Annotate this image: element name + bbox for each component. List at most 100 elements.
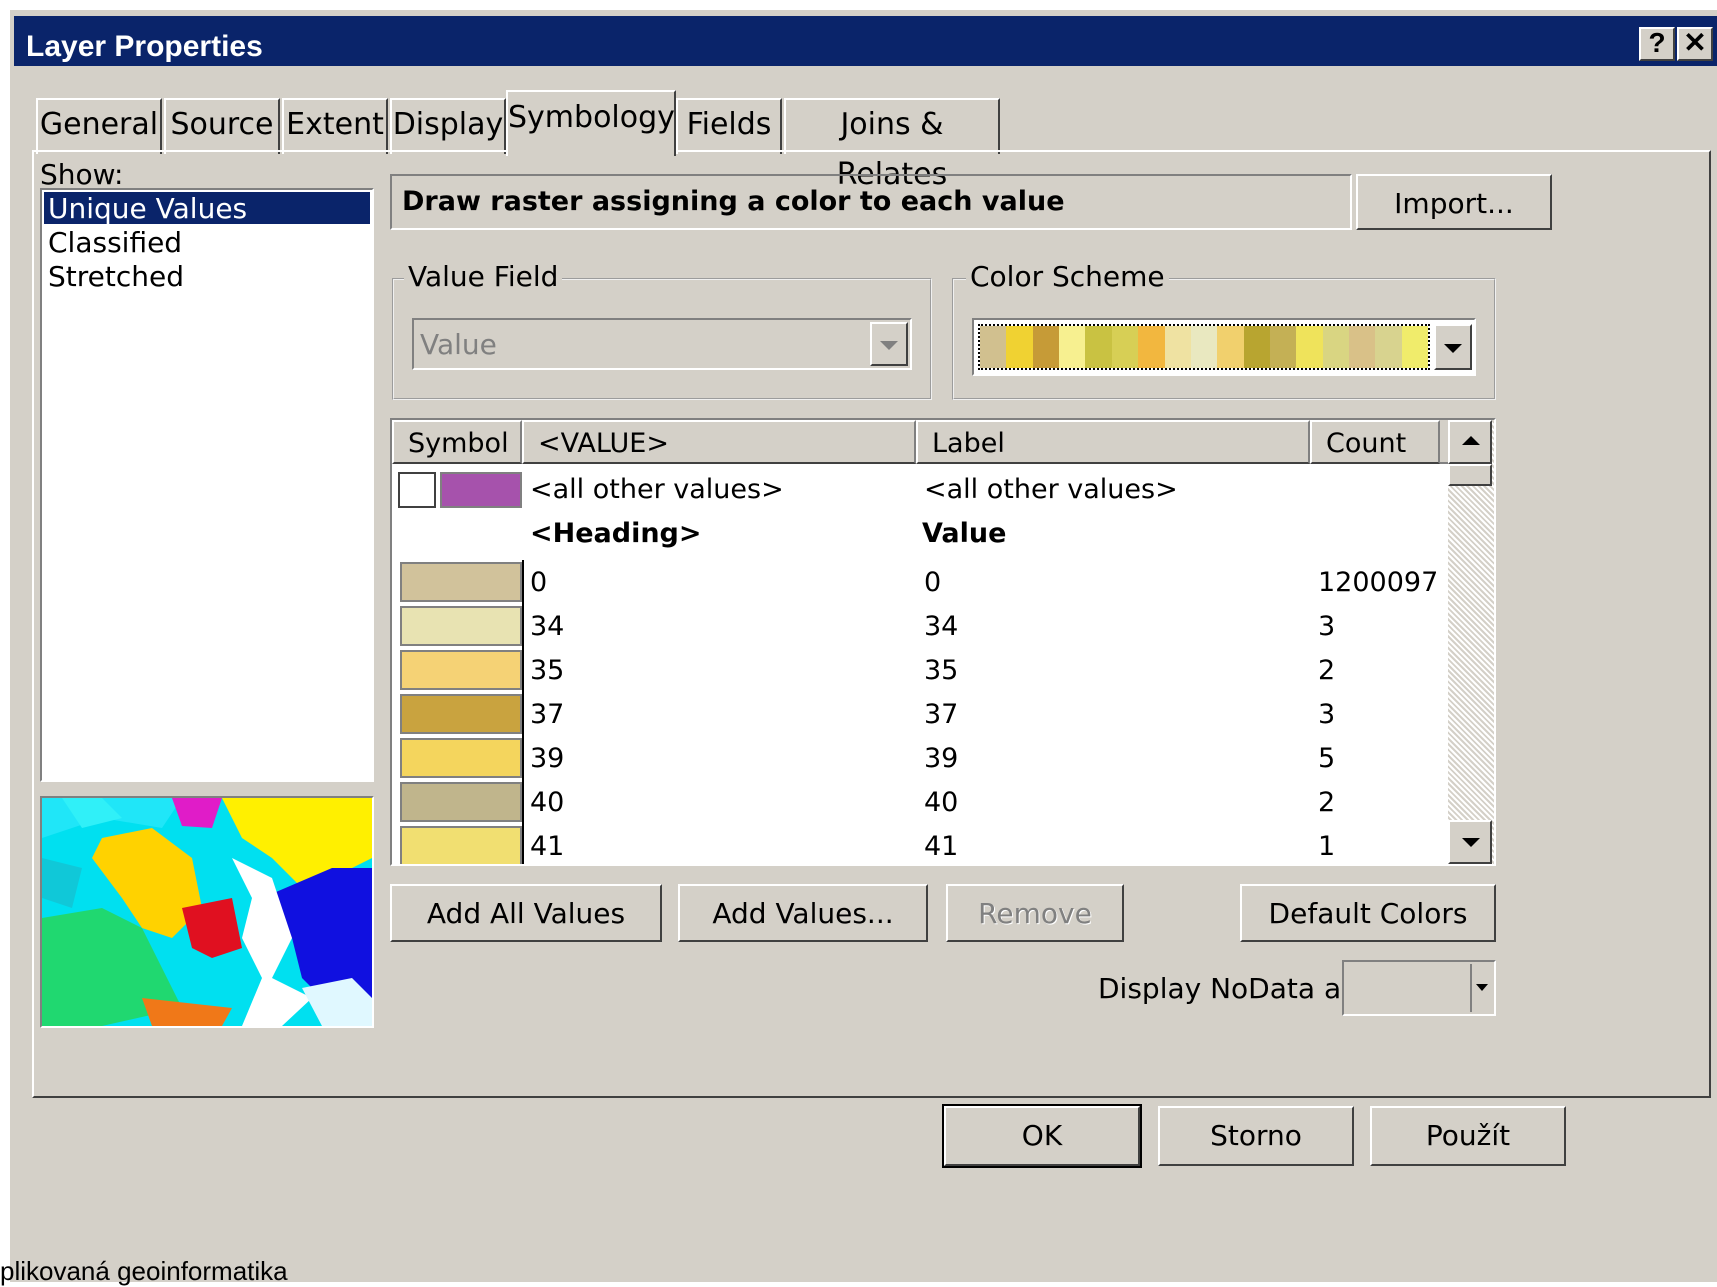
cell-count: 3 <box>1318 699 1336 730</box>
table-row[interactable]: 37 37 3 <box>392 692 1442 736</box>
symbol-swatch[interactable] <box>400 826 522 864</box>
cell-count: 5 <box>1318 743 1336 774</box>
cell-label: 37 <box>924 699 959 730</box>
table-row[interactable]: 35 35 2 <box>392 648 1442 692</box>
tab-display[interactable]: Display <box>390 98 506 154</box>
value-field-dropdown[interactable]: Value <box>412 318 912 370</box>
value-field-dropdown-button[interactable] <box>870 322 908 366</box>
color-ramp-swatch <box>1111 326 1139 368</box>
layer-properties-dialog: Layer Properties ? ✕ General Source Exte… <box>8 8 1717 1282</box>
show-item-unique-values[interactable]: Unique Values <box>44 192 370 225</box>
show-list[interactable]: Unique Values Classified Stretched <box>40 188 374 782</box>
color-ramp-swatch <box>1375 326 1402 368</box>
tab-fields[interactable]: Fields <box>676 98 782 154</box>
scroll-thumb[interactable] <box>1448 464 1492 486</box>
color-ramp-swatch <box>980 326 1007 368</box>
cell-label: 39 <box>924 743 959 774</box>
other-values-label: <all other values> <box>924 474 1178 505</box>
cell-value: 37 <box>530 699 565 730</box>
cell-count: 2 <box>1318 787 1336 818</box>
scroll-up-button[interactable] <box>1448 420 1492 464</box>
table-header: Symbol <VALUE> Label Count <box>392 420 1448 464</box>
row-divider <box>522 736 524 780</box>
tab-extent[interactable]: Extent <box>282 98 388 154</box>
add-values-button[interactable]: Add Values... <box>678 884 928 942</box>
header-count[interactable]: Count <box>1310 420 1440 464</box>
tab-joins-relates[interactable]: Joins & Relates <box>784 98 1000 192</box>
row-divider <box>522 648 524 692</box>
cell-value: 39 <box>530 743 565 774</box>
tab-source[interactable]: Source <box>164 98 280 154</box>
slide-footer-text: plikovaná geoinformatika <box>0 1256 288 1286</box>
add-all-values-button[interactable]: Add All Values <box>390 884 662 942</box>
remove-button[interactable]: Remove <box>946 884 1124 942</box>
header-symbol[interactable]: Symbol <box>392 420 522 464</box>
table-row[interactable]: 41 41 1 <box>392 824 1442 864</box>
cell-count: 2 <box>1318 655 1336 686</box>
title-bar[interactable]: Layer Properties ? ✕ <box>14 16 1717 66</box>
color-ramp-swatch <box>1164 326 1191 368</box>
tab-symbology[interactable]: Symbology <box>506 90 676 156</box>
other-values-swatch[interactable] <box>440 472 522 508</box>
window-title: Layer Properties <box>26 30 263 63</box>
nodata-color-picker[interactable] <box>1342 960 1496 1016</box>
show-item-stretched[interactable]: Stretched <box>48 260 184 294</box>
description-text: Draw raster assigning a color to each va… <box>402 186 1065 217</box>
color-scheme-dropdown-button[interactable] <box>1434 324 1472 370</box>
heading-label: Value <box>922 518 1007 549</box>
color-ramp-swatch <box>1032 326 1060 368</box>
color-scheme-dropdown[interactable] <box>972 318 1476 376</box>
color-scheme-legend: Color Scheme <box>966 260 1169 293</box>
apply-button[interactable]: Použít <box>1370 1106 1566 1166</box>
symbol-table[interactable]: Symbol <VALUE> Label Count <all other va… <box>390 418 1496 866</box>
tab-general[interactable]: General <box>36 98 162 154</box>
cell-label: 34 <box>924 611 959 642</box>
table-row-heading[interactable]: <Heading> Value <box>392 512 1442 556</box>
nodata-label: Display NoData as <box>1098 972 1356 1005</box>
color-ramp-swatch <box>1190 326 1218 368</box>
symbol-swatch[interactable] <box>400 782 522 822</box>
value-field-value: Value <box>420 328 497 361</box>
table-row[interactable]: 40 40 2 <box>392 780 1442 824</box>
other-values-value: <all other values> <box>530 474 784 505</box>
default-colors-button[interactable]: Default Colors <box>1240 884 1496 942</box>
table-row[interactable]: 39 39 5 <box>392 736 1442 780</box>
cancel-button[interactable]: Storno <box>1158 1106 1354 1166</box>
symbol-swatch[interactable] <box>400 562 522 602</box>
cell-count: 1200097 <box>1318 567 1439 598</box>
chevron-down-icon <box>1444 344 1462 353</box>
color-ramp-swatch <box>1006 326 1033 368</box>
table-scrollbar[interactable] <box>1448 420 1494 864</box>
show-item-classified[interactable]: Classified <box>48 226 182 260</box>
other-values-checkbox[interactable] <box>398 472 436 508</box>
cell-label: 35 <box>924 655 959 686</box>
header-value[interactable]: <VALUE> <box>522 420 916 464</box>
header-label[interactable]: Label <box>916 420 1310 464</box>
color-ramp-swatch <box>1401 326 1429 368</box>
scroll-down-button[interactable] <box>1448 820 1492 864</box>
cell-value: 34 <box>530 611 565 642</box>
table-row[interactable]: 0 0 1200097 <box>392 560 1442 604</box>
symbology-preview-image <box>40 796 374 1028</box>
color-ramp-swatch <box>1085 326 1112 368</box>
help-button[interactable]: ? <box>1639 27 1675 61</box>
ok-button[interactable]: OK <box>942 1104 1142 1168</box>
heading-value: <Heading> <box>530 518 702 549</box>
symbol-swatch[interactable] <box>400 694 522 734</box>
nodata-dropdown-button[interactable] <box>1470 964 1492 1012</box>
cell-label: 40 <box>924 787 959 818</box>
cell-value: 40 <box>530 787 565 818</box>
table-row-other[interactable]: <all other values> <all other values> <box>392 468 1442 512</box>
row-divider <box>522 560 524 604</box>
symbol-swatch[interactable] <box>400 738 522 778</box>
raster-preview-map <box>42 798 372 1026</box>
symbol-swatch[interactable] <box>400 650 522 690</box>
color-ramp-swatch <box>1243 326 1270 368</box>
symbol-swatch[interactable] <box>400 606 522 646</box>
color-ramp-swatch <box>1269 326 1297 368</box>
cell-count: 1 <box>1318 831 1336 862</box>
import-button[interactable]: Import... <box>1356 174 1552 230</box>
cell-value: 35 <box>530 655 565 686</box>
table-row[interactable]: 34 34 3 <box>392 604 1442 648</box>
close-button[interactable]: ✕ <box>1677 27 1713 61</box>
